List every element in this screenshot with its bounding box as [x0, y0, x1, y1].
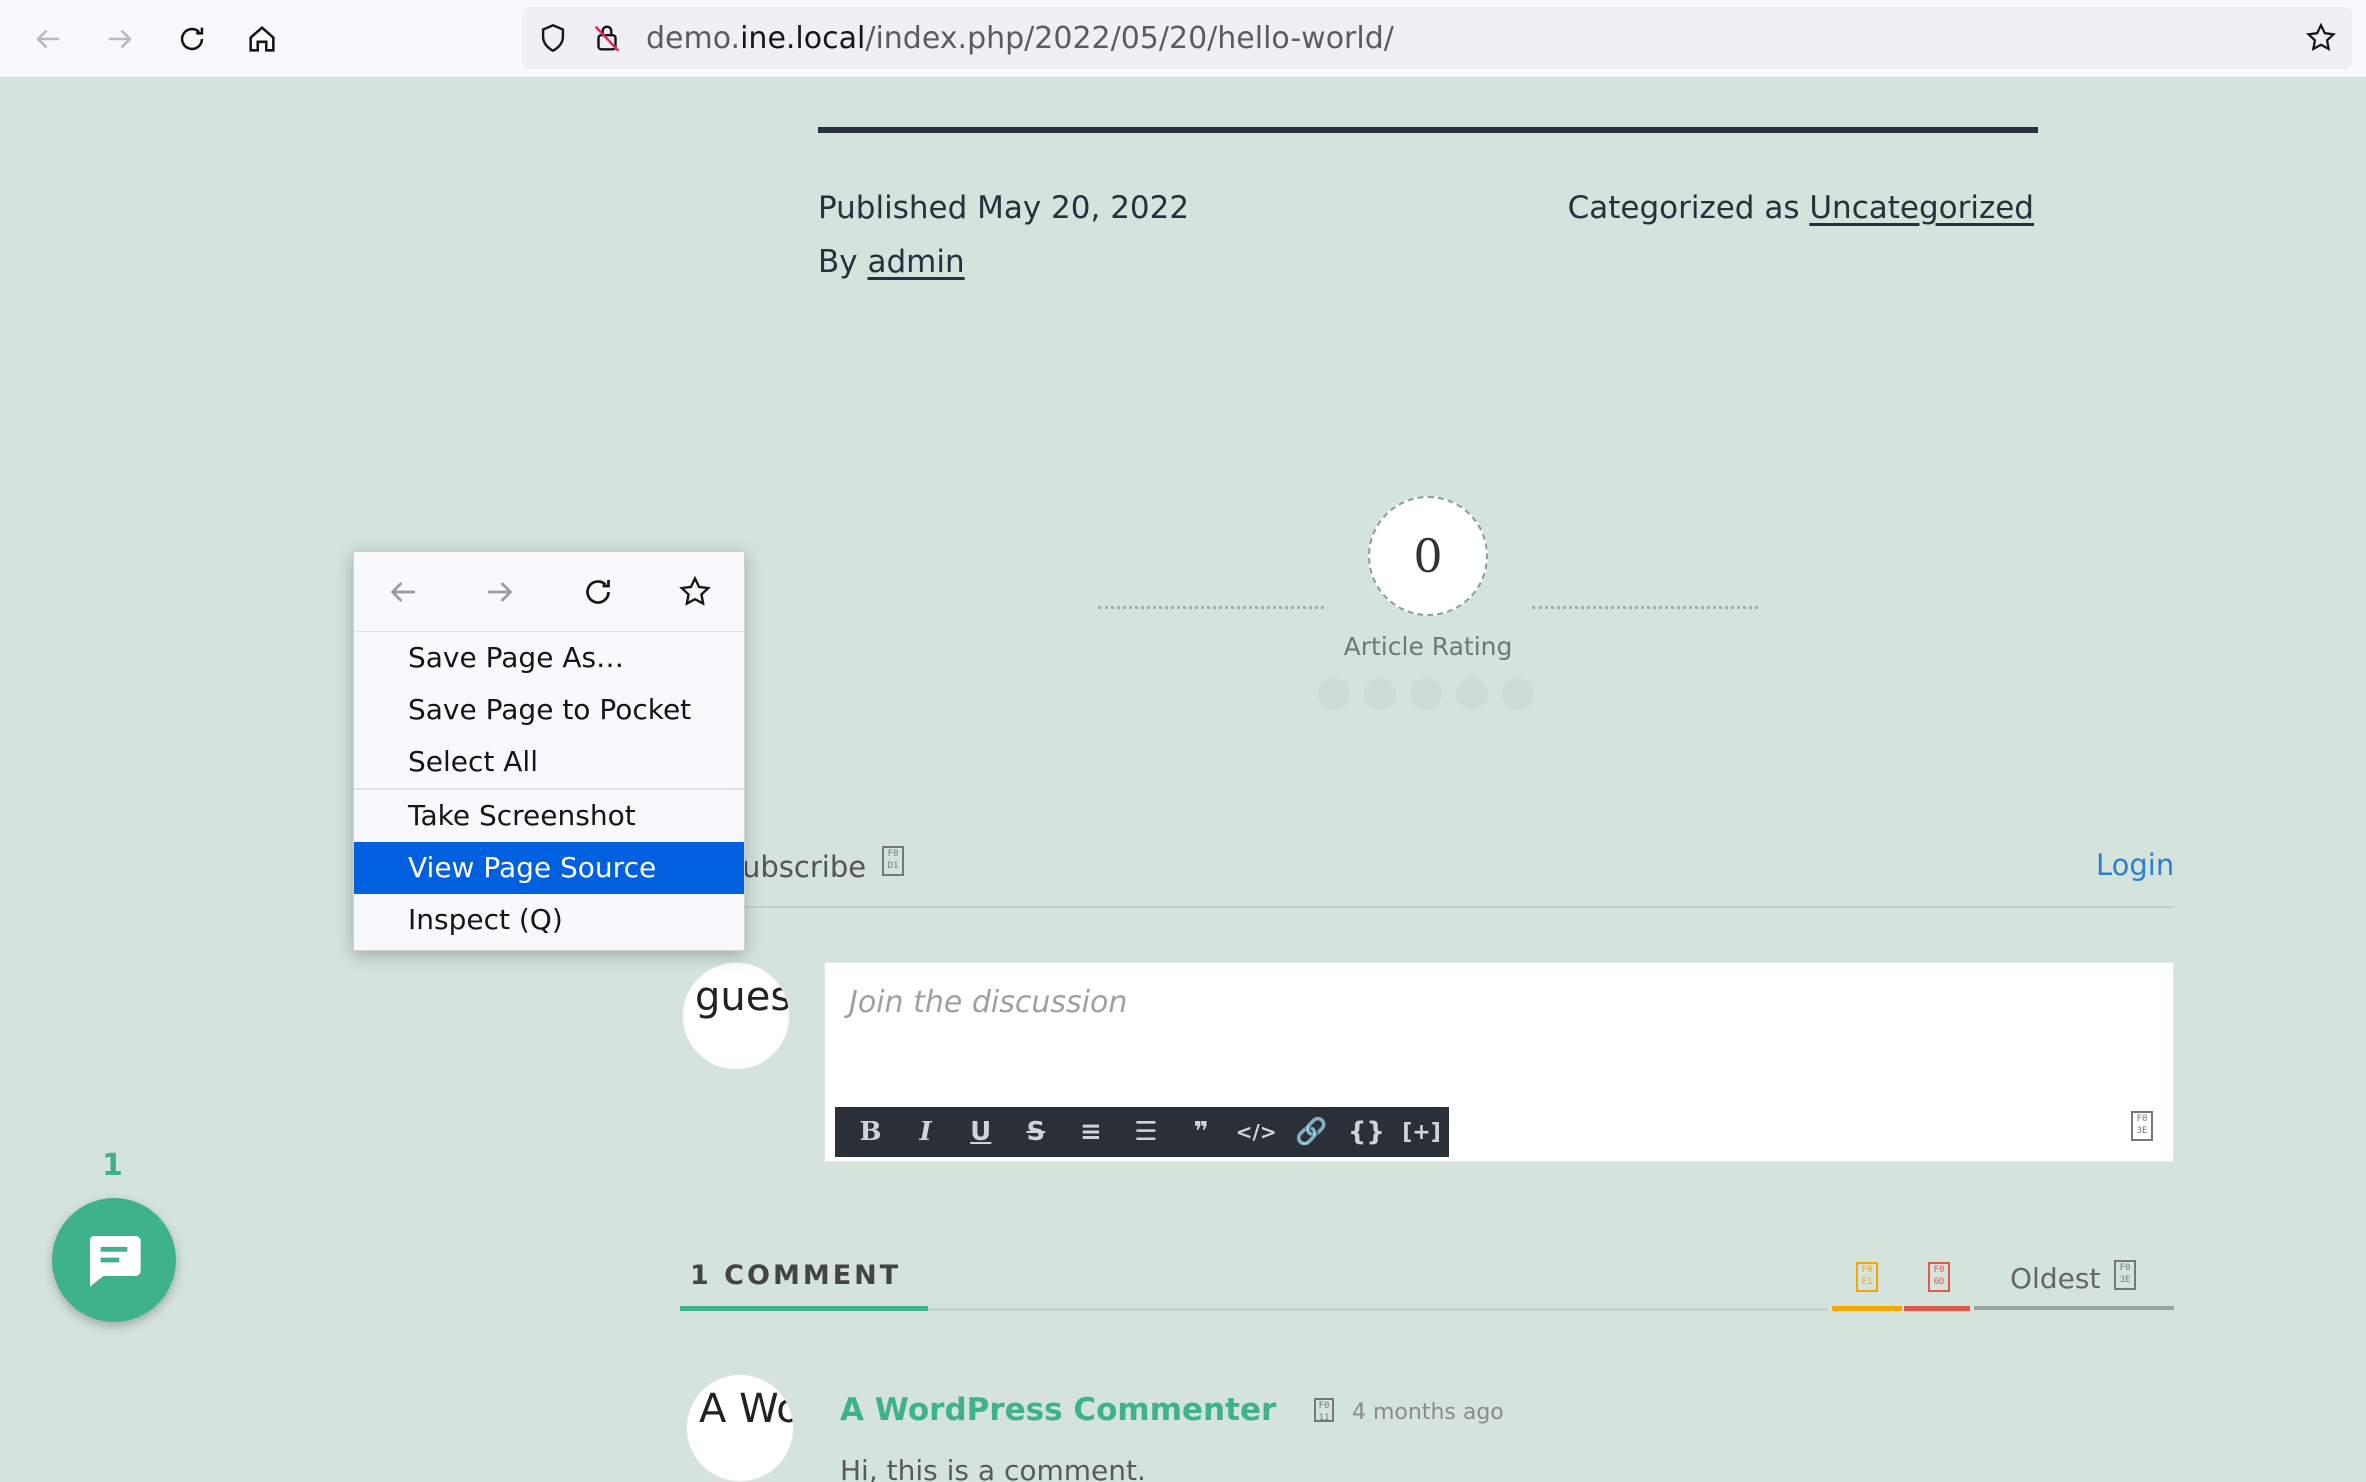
url-path: /index.php/2022/05/20/hello-world/ [865, 21, 1394, 56]
address-bar[interactable]: demo.ine.local/index.php/2022/05/20/hell… [522, 7, 2352, 69]
ctx-bookmark-icon[interactable] [647, 574, 745, 610]
home-icon[interactable] [238, 15, 286, 63]
comments-divider [928, 1308, 1828, 1311]
sort-trending-underline [1832, 1306, 1902, 1311]
comments-count-underline [680, 1306, 928, 1311]
underline-button[interactable]: U [953, 1117, 1008, 1147]
strikethrough-button[interactable]: S [1008, 1117, 1063, 1147]
sort-oldest[interactable]: Oldest [2010, 1262, 2100, 1295]
url-prefix: demo. [646, 21, 741, 56]
rating-star-4[interactable] [1456, 678, 1488, 710]
context-menu-nav [354, 552, 744, 632]
commenter-avatar: A Wor [686, 1374, 794, 1482]
sort-hot-icon[interactable]: F0 6D [1928, 1262, 1950, 1292]
rating-star-2[interactable] [1364, 678, 1396, 710]
rating-star-3[interactable] [1410, 678, 1442, 710]
url-domain: ine.local [740, 21, 866, 56]
ordered-list-button[interactable]: ≡ [1063, 1117, 1118, 1147]
ctx-save-to-pocket[interactable]: Save Page to Pocket [354, 684, 744, 736]
italic-button[interactable]: I [898, 1117, 953, 1147]
ctx-view-page-source[interactable]: View Page Source [354, 842, 744, 894]
rating-label: Article Rating [1343, 632, 1513, 661]
comment-author[interactable]: A WordPress Commenter [840, 1392, 1276, 1428]
category-prefix: Categorized as [1567, 190, 1800, 226]
rating-stars[interactable] [1318, 678, 1534, 710]
spoiler-button[interactable]: [+] [1394, 1120, 1449, 1145]
comment-text: Hi, this is a comment. [840, 1454, 1146, 1482]
link-button[interactable]: 🔗 [1284, 1117, 1339, 1147]
context-menu: Save Page As… Save Page to Pocket Select… [353, 551, 745, 951]
sort-trending-icon[interactable]: F0 E1 [1856, 1262, 1878, 1292]
rating-value: 0 [1368, 496, 1488, 616]
comment-input[interactable]: Join the discussion [849, 985, 1127, 1020]
discussion-divider [680, 906, 2174, 908]
sort-dropdown-icon[interactable]: F0 3E [2114, 1260, 2136, 1290]
code-button[interactable]: </> [1229, 1120, 1284, 1144]
comments-count: 1 COMMENT [690, 1260, 902, 1291]
rating-star-1[interactable] [1318, 678, 1350, 710]
ctx-save-page-as[interactable]: Save Page As… [354, 632, 744, 684]
unordered-list-button[interactable]: ☰ [1118, 1117, 1173, 1147]
ctx-inspect[interactable]: Inspect (Q) [354, 894, 744, 946]
chat-button[interactable] [52, 1198, 176, 1322]
byline: By admin [818, 244, 965, 280]
comment-editor[interactable]: Join the discussion B I U S ≡ ☰ ❞ </> 🔗 … [824, 962, 2174, 1162]
post-divider [818, 127, 2038, 133]
chat-bubble-icon [89, 1236, 141, 1287]
source-code-button[interactable]: {} [1339, 1117, 1394, 1147]
rating-dotted-line-left [1098, 606, 1324, 609]
sort-oldest-underline [1974, 1306, 2174, 1310]
image-upload-icon[interactable]: F0 3E [2131, 1111, 2153, 1141]
category-meta: Categorized as Uncategorized [1568, 190, 2034, 226]
comment-time[interactable]: 4 months ago [1352, 1400, 1504, 1425]
rating-dotted-line-right [1532, 606, 1758, 609]
tracking-shield-icon[interactable] [536, 21, 570, 55]
author-link-icon[interactable]: F0 11 [1314, 1398, 1334, 1422]
insecure-lock-icon[interactable] [590, 21, 624, 55]
ctx-reload-icon[interactable] [549, 574, 647, 610]
browser-toolbar: demo.ine.local/index.php/2022/05/20/hell… [0, 0, 2366, 78]
ctx-back-icon[interactable] [354, 574, 452, 610]
rating-star-5[interactable] [1502, 678, 1534, 710]
sort-hot-underline [1904, 1306, 1970, 1311]
reload-icon[interactable] [168, 15, 216, 63]
ctx-select-all[interactable]: Select All [354, 736, 744, 788]
subscribe-link[interactable]: ubscribe [742, 850, 866, 884]
chat-badge-count: 1 [102, 1148, 123, 1183]
url-text[interactable]: demo.ine.local/index.php/2022/05/20/hell… [646, 24, 1394, 54]
bold-button[interactable]: B [843, 1117, 898, 1147]
ctx-forward-icon[interactable] [452, 574, 550, 610]
ctx-take-screenshot[interactable]: Take Screenshot [354, 790, 744, 842]
byline-prefix: By [818, 244, 858, 280]
login-link[interactable]: Login [2096, 848, 2174, 882]
bookmark-star-icon[interactable] [2304, 21, 2338, 55]
published-date: Published May 20, 2022 [818, 190, 1190, 226]
editor-toolbar: B I U S ≡ ☰ ❞ </> 🔗 {} [+] [835, 1107, 1449, 1157]
forward-icon[interactable] [96, 15, 144, 63]
back-icon[interactable] [24, 15, 72, 63]
blockquote-button[interactable]: ❞ [1174, 1117, 1229, 1147]
subscribe-dropdown-icon[interactable]: F0 D1 [882, 846, 904, 876]
author-link[interactable]: admin [867, 244, 964, 280]
guest-avatar: gues [682, 962, 790, 1070]
category-link[interactable]: Uncategorized [1809, 190, 2034, 226]
